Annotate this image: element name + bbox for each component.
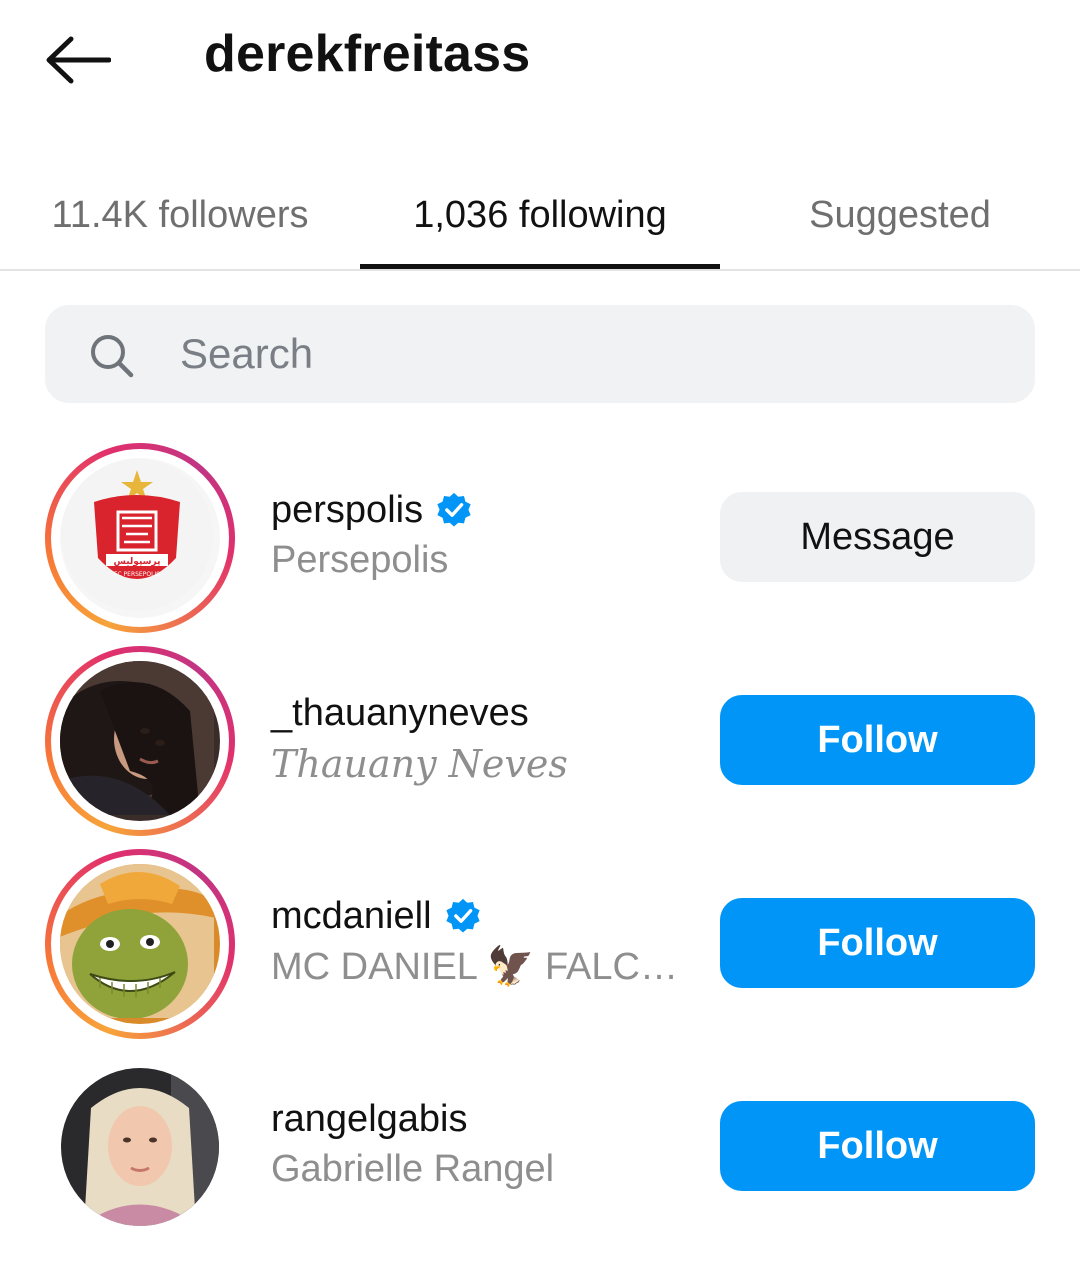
svg-text:پرسپولیس: پرسپولیس (114, 557, 161, 567)
profile-username: derekfreitass (204, 25, 531, 83)
account-handle[interactable]: perspolis (271, 489, 423, 532)
tab-following[interactable]: 1,036 following (360, 160, 720, 270)
follow-button[interactable]: Follow (720, 695, 1035, 785)
tab-followers[interactable]: 11.4K followers (0, 160, 360, 270)
following-screen: derekfreitass 11.4K followers 1,036 foll… (0, 0, 1080, 1268)
avatar-image (60, 661, 220, 821)
tab-suggested[interactable]: Suggested (720, 160, 1080, 270)
search-input[interactable] (180, 305, 1000, 403)
arrow-left-icon (46, 36, 111, 84)
follow-tabs: 11.4K followers 1,036 following Suggeste… (0, 160, 1080, 272)
svg-text:FC PERSEPOLIS: FC PERSEPOLIS (114, 571, 160, 578)
account-handle[interactable]: rangelgabis (271, 1098, 467, 1141)
list-item[interactable]: mcdaniell MC DANIEL 🦅 FALCÃ... Follow (0, 849, 1080, 1049)
search-bar[interactable] (45, 305, 1035, 403)
list-item[interactable]: rangelgabis Gabrielle Rangel Follow (0, 1052, 1080, 1252)
verified-badge-icon (437, 492, 471, 527)
follow-button[interactable]: Follow (720, 1101, 1035, 1191)
account-full-name: Thauany Neves (271, 742, 568, 786)
follow-button[interactable]: Follow (720, 898, 1035, 988)
avatar[interactable]: پرسپولیس FC PERSEPOLIS (45, 443, 235, 633)
account-full-name: MC DANIEL 🦅 FALCÃ... (271, 946, 681, 988)
avatar-image (60, 864, 220, 1024)
avatar-image: پرسپولیس FC PERSEPOLIS (60, 458, 220, 618)
account-full-name: Persepolis (271, 539, 449, 581)
avatar[interactable] (45, 849, 235, 1039)
back-button[interactable] (40, 28, 116, 92)
avatar[interactable] (61, 1068, 219, 1226)
account-full-name: Gabrielle Rangel (271, 1148, 555, 1190)
account-handle[interactable]: mcdaniell (271, 895, 432, 938)
club-logo-icon: پرسپولیس FC PERSEPOLIS (61, 459, 213, 611)
tabs-divider (0, 269, 1080, 271)
search-icon (89, 333, 135, 379)
list-item[interactable]: _thauanyneves Thauany Neves Follow (0, 646, 1080, 846)
avatar[interactable] (45, 646, 235, 836)
list-item[interactable]: پرسپولیس FC PERSEPOLIS perspolis Persepo… (0, 443, 1080, 643)
message-button[interactable]: Message (720, 492, 1035, 582)
verified-badge-icon (445, 898, 480, 933)
top-bar: derekfreitass (0, 0, 1080, 115)
avatar-image (61, 1068, 219, 1226)
account-handle[interactable]: _thauanyneves (271, 692, 529, 735)
